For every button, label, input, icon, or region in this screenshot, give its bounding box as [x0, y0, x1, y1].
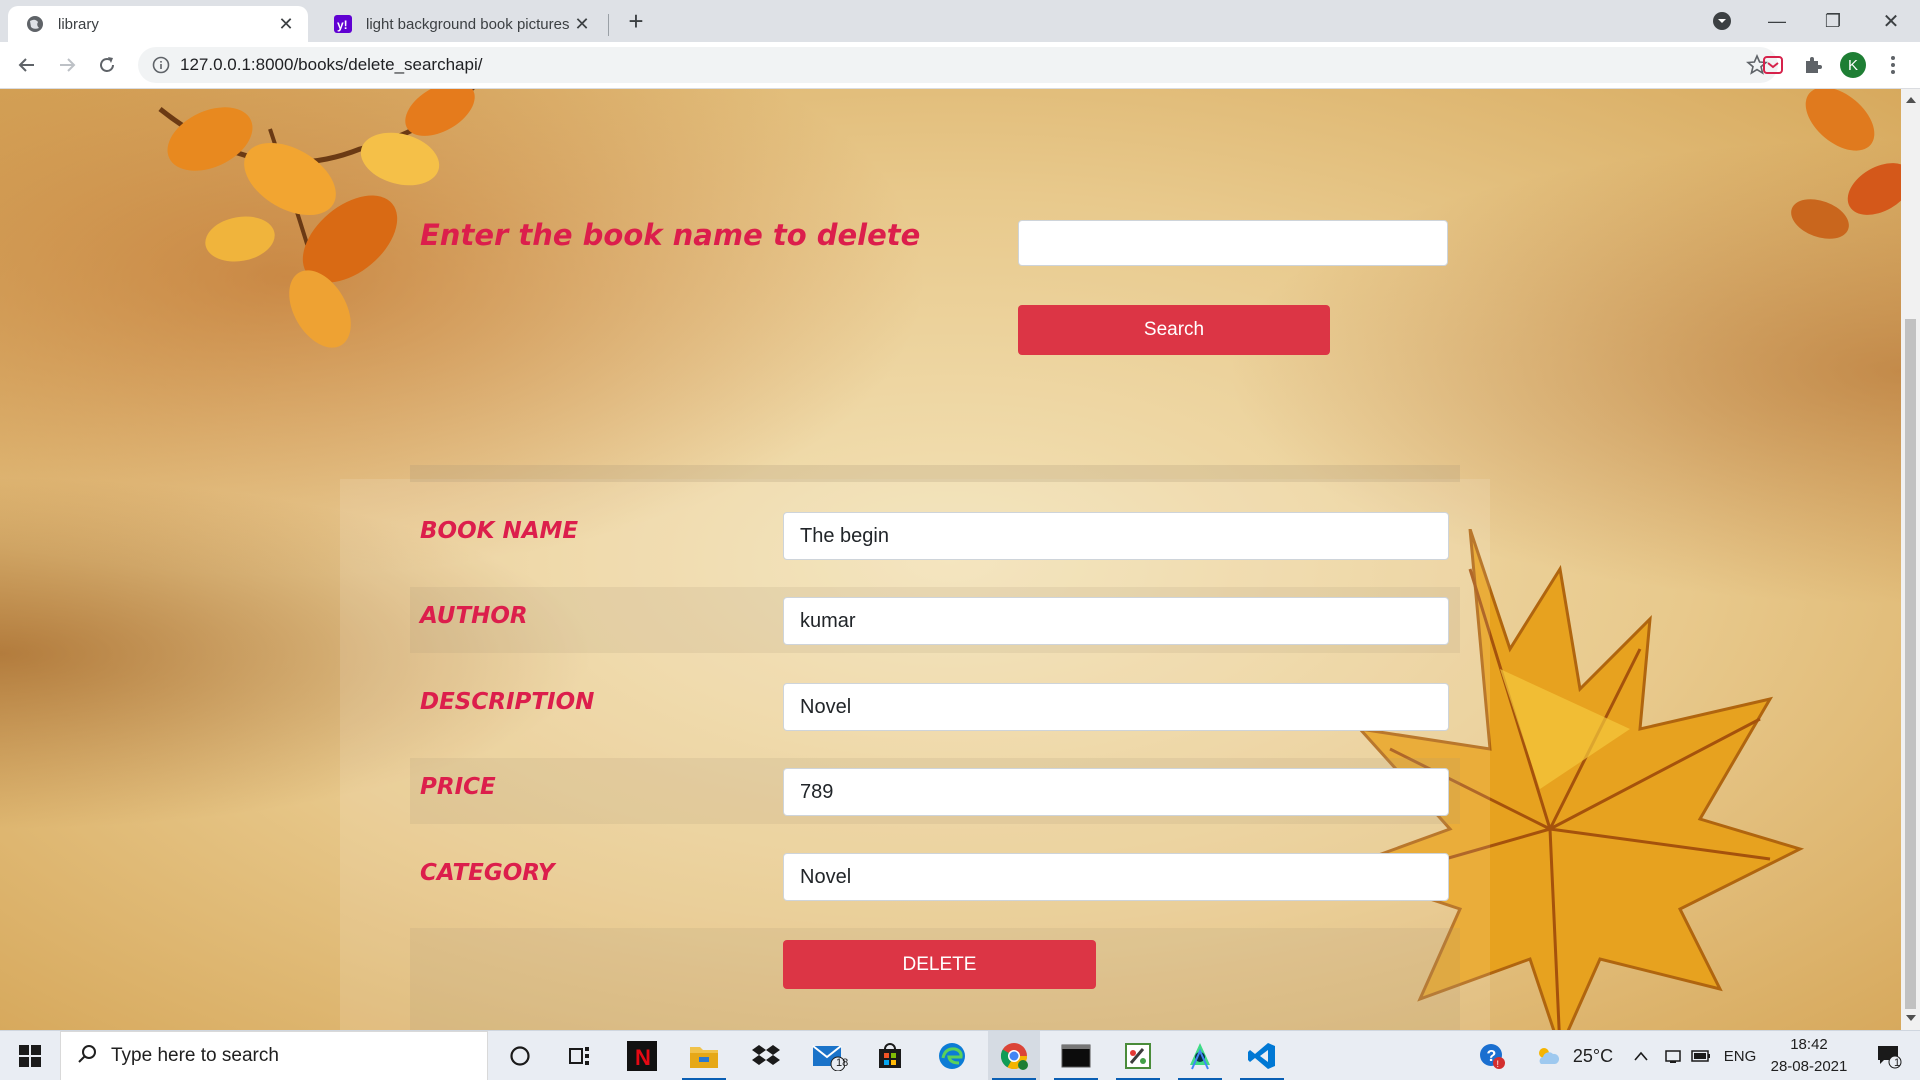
minimize-icon[interactable]: — [1752, 0, 1802, 42]
chevron-up-icon[interactable] [1628, 1031, 1654, 1080]
book-search-input[interactable] [1018, 220, 1448, 266]
reload-icon[interactable] [92, 50, 122, 80]
taskbar-search-box[interactable]: Type here to search [60, 1031, 488, 1080]
tab-library[interactable]: library ✕ [8, 6, 308, 42]
back-icon[interactable] [12, 50, 42, 80]
forward-icon[interactable] [52, 50, 82, 80]
book-name-field[interactable]: The begin [783, 512, 1449, 560]
category-field[interactable]: Novel [783, 853, 1449, 901]
help-notification-icon[interactable]: ?! [1474, 1031, 1510, 1080]
scroll-down-icon[interactable] [1906, 1015, 1916, 1021]
edge-icon[interactable] [926, 1031, 978, 1080]
language-indicator[interactable]: ENG [1720, 1031, 1760, 1080]
svg-text:!: ! [1497, 1059, 1500, 1069]
tab-title: library [58, 15, 99, 33]
search-icon [77, 1044, 97, 1069]
price-field[interactable]: 789 [783, 768, 1449, 816]
close-tab-icon[interactable]: ✕ [570, 12, 594, 36]
browser-menu-icon[interactable] [1880, 52, 1906, 78]
delete-button[interactable]: DELETE [783, 940, 1096, 989]
tab-strip: library ✕ y! light background book pictu… [0, 0, 1920, 42]
tab-yahoo[interactable]: y! light background book pictures - ✕ [316, 6, 604, 42]
author-field[interactable]: kumar [783, 597, 1449, 645]
file-explorer-icon[interactable] [678, 1031, 730, 1080]
windows-taskbar: Type here to search N 18 ? ! 25°C ENG 18… [0, 1030, 1920, 1080]
category-label: CATEGORY [420, 860, 555, 886]
clock-date: 28-08-2021 [1770, 1058, 1848, 1075]
new-tab-button[interactable]: + [622, 8, 650, 36]
tab-separator [608, 14, 609, 36]
mail-badge: 18 [836, 1057, 849, 1069]
terminal-icon[interactable] [1050, 1031, 1102, 1080]
notification-count: 1 [1894, 1057, 1901, 1069]
weather-temperature[interactable]: 25°C [1568, 1031, 1618, 1080]
vscode-icon[interactable] [1236, 1031, 1288, 1080]
tab-title: light background book pictures - [366, 15, 570, 33]
close-tab-icon[interactable]: ✕ [274, 12, 298, 36]
clock[interactable]: 18:42 28-08-2021 [1766, 1031, 1852, 1080]
browser-toolbar: 127.0.0.1:8000/books/delete_searchapi/ [0, 42, 1920, 89]
netflix-icon[interactable]: N [616, 1031, 668, 1080]
table-header-stripe [410, 465, 1460, 482]
pocket-extension-icon[interactable] [1760, 52, 1786, 78]
scroll-up-icon[interactable] [1906, 97, 1916, 103]
cortana-icon[interactable] [494, 1031, 546, 1080]
taskbar-search-placeholder: Type here to search [111, 1045, 279, 1066]
description-label: DESCRIPTION [420, 689, 595, 715]
extensions-puzzle-icon[interactable] [1800, 52, 1826, 78]
description-field[interactable]: Novel [783, 683, 1449, 731]
globe-icon [26, 15, 44, 33]
delete-search-heading: Enter the book name to delete [420, 218, 921, 252]
paint-icon[interactable] [1112, 1031, 1164, 1080]
corner-leaves-image [1791, 89, 1901, 239]
address-bar[interactable]: 127.0.0.1:8000/books/delete_searchapi/ [138, 47, 1778, 83]
yahoo-icon: y! [334, 15, 352, 33]
mail-icon[interactable]: 18 [802, 1031, 854, 1080]
windows-start-icon[interactable] [0, 1031, 60, 1080]
close-window-icon[interactable]: ✕ [1866, 0, 1916, 42]
action-center-icon[interactable]: 1 [1866, 1031, 1912, 1080]
chrome-icon[interactable] [988, 1031, 1040, 1080]
clock-time: 18:42 [1790, 1036, 1828, 1053]
task-view-icon[interactable] [554, 1031, 606, 1080]
profile-avatar[interactable]: K [1840, 52, 1866, 78]
dropbox-icon[interactable] [740, 1031, 792, 1080]
tab-search-icon[interactable] [1706, 0, 1738, 42]
site-info-icon[interactable] [152, 56, 170, 74]
author-label: AUTHOR [420, 603, 528, 629]
maximize-icon[interactable]: ❐ [1808, 0, 1858, 42]
meet-now-icon[interactable] [1660, 1031, 1686, 1080]
scrollbar-thumb[interactable] [1905, 319, 1916, 1009]
search-button[interactable]: Search [1018, 305, 1330, 355]
svg-text:N: N [635, 1045, 651, 1070]
battery-icon[interactable] [1688, 1031, 1714, 1080]
price-label: PRICE [420, 774, 496, 800]
android-studio-icon[interactable] [1174, 1031, 1226, 1080]
weather-icon[interactable] [1534, 1031, 1562, 1080]
book-name-label: BOOK NAME [420, 518, 579, 544]
page-scrollbar[interactable] [1901, 89, 1920, 1030]
url-text: 127.0.0.1:8000/books/delete_searchapi/ [180, 55, 483, 74]
store-icon[interactable] [864, 1031, 916, 1080]
svg-text:y!: y! [337, 18, 348, 32]
